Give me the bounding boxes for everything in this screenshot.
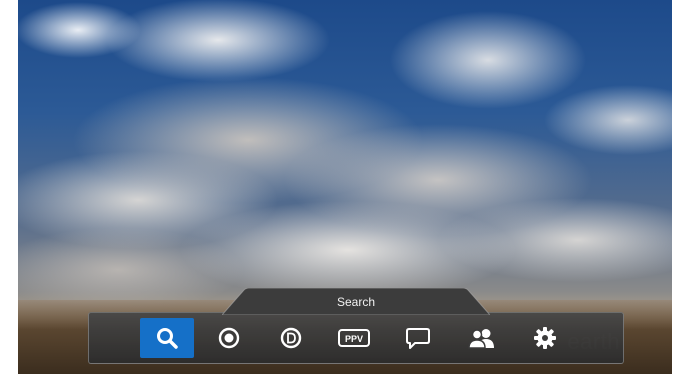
menu-item-ppv[interactable]: PPV [327, 318, 381, 358]
menu-item-messages[interactable] [391, 318, 445, 358]
ppv-label: PPV [345, 334, 363, 344]
menu-item-d[interactable] [264, 318, 318, 358]
menu-item-record[interactable] [202, 318, 256, 358]
menu-title: Search [336, 295, 376, 309]
search-icon [155, 326, 179, 350]
menu-item-search[interactable] [140, 318, 194, 358]
gear-icon [533, 326, 557, 350]
message-icon [405, 326, 431, 350]
menu-item-users[interactable] [455, 318, 509, 358]
users-icon [468, 327, 496, 349]
record-icon [218, 327, 240, 349]
ppv-icon: PPV [338, 329, 370, 347]
menu-item-settings[interactable] [518, 318, 572, 358]
d-circle-icon [280, 327, 302, 349]
menu-title-tab: Search [222, 288, 490, 315]
